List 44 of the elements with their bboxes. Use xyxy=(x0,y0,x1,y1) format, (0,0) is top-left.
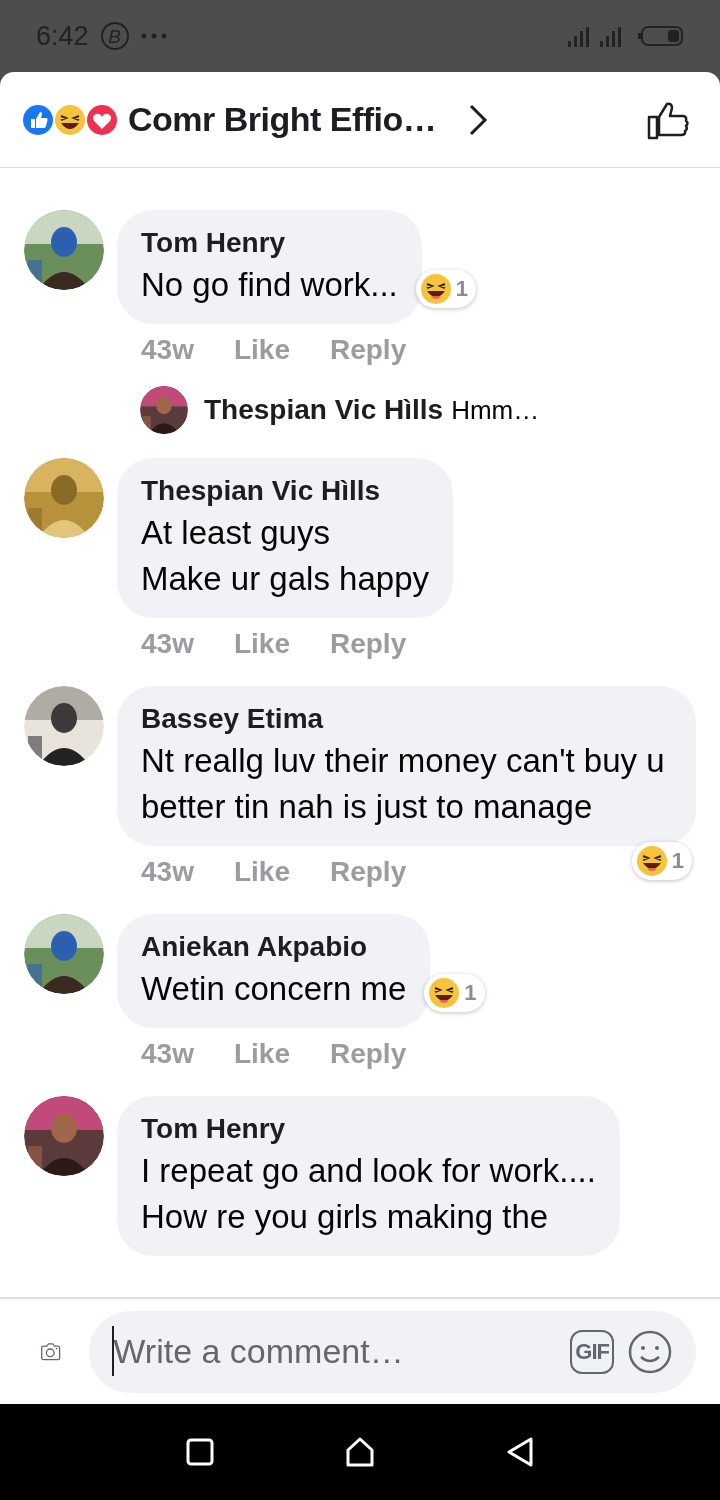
like-link[interactable]: Like xyxy=(233,624,290,664)
commenter-name[interactable]: Tom Henry xyxy=(141,224,398,262)
comment-text: No go find work... xyxy=(141,265,398,305)
commenter-name[interactable]: Tom Henry xyxy=(141,1110,596,1148)
reply-link[interactable]: Reply xyxy=(329,624,407,664)
like-link[interactable]: Like xyxy=(233,1034,290,1074)
reaction-count: 1 xyxy=(464,980,477,1006)
laughing-emoji-icon xyxy=(428,977,461,1009)
commenter-name[interactable]: Bassey Etima xyxy=(141,700,672,738)
reaction-count: 1 xyxy=(455,276,469,302)
like-link[interactable]: Like xyxy=(233,330,290,370)
reply-link[interactable]: Reply xyxy=(329,852,407,892)
comment-text: I repeat go and look for work.... How re you girls making the xyxy=(141,1151,596,1237)
reaction-count: 1 xyxy=(671,848,684,874)
comment-text: At least guys Make ur gals happy xyxy=(141,513,429,599)
recent-apps-icon[interactable] xyxy=(185,1438,214,1466)
reply-preview-text[interactable]: Hmm… xyxy=(451,394,540,426)
reply-link[interactable]: Reply xyxy=(329,330,407,370)
comment-age: 43w xyxy=(141,333,194,367)
commenter-name[interactable]: Thespian Vic Hìlls xyxy=(141,472,429,510)
comment-age: 43w xyxy=(141,627,194,661)
reactions-icon xyxy=(22,103,118,136)
comment-age: 43w xyxy=(141,1037,194,1071)
reaction-count-badge[interactable]: 1 xyxy=(424,974,485,1012)
home-icon[interactable] xyxy=(345,1437,375,1467)
chevron-right-icon[interactable] xyxy=(468,102,489,137)
reaction-count-badge[interactable]: 1 xyxy=(415,270,477,308)
more-icon xyxy=(140,33,167,39)
back-icon[interactable] xyxy=(506,1437,535,1467)
reply-link[interactable]: Reply xyxy=(329,1034,407,1074)
comment-age: 43w xyxy=(141,855,194,889)
smiley-icon[interactable] xyxy=(628,1329,672,1374)
comment-text: Wetin concern me xyxy=(141,969,407,1009)
battery-icon xyxy=(638,25,684,47)
laughing-emoji-icon xyxy=(419,273,452,305)
gif-button[interactable]: GIF xyxy=(570,1329,614,1374)
comment-text: Nt reallg luv their money can't buy u better tin nah is just to manage xyxy=(141,741,666,827)
reply-author-name[interactable]: Thespian Vic Hìlls xyxy=(204,394,444,426)
commenter-name[interactable]: Aniekan Akpabio xyxy=(141,928,407,966)
laughing-emoji-icon xyxy=(635,845,668,877)
comment-input-field[interactable]: Write a comment… GIF xyxy=(89,1310,696,1393)
like-link[interactable]: Like xyxy=(233,852,290,892)
post-author-title[interactable]: Comr Bright Effio… xyxy=(128,100,437,139)
reaction-count-badge[interactable]: 1 xyxy=(631,842,692,880)
